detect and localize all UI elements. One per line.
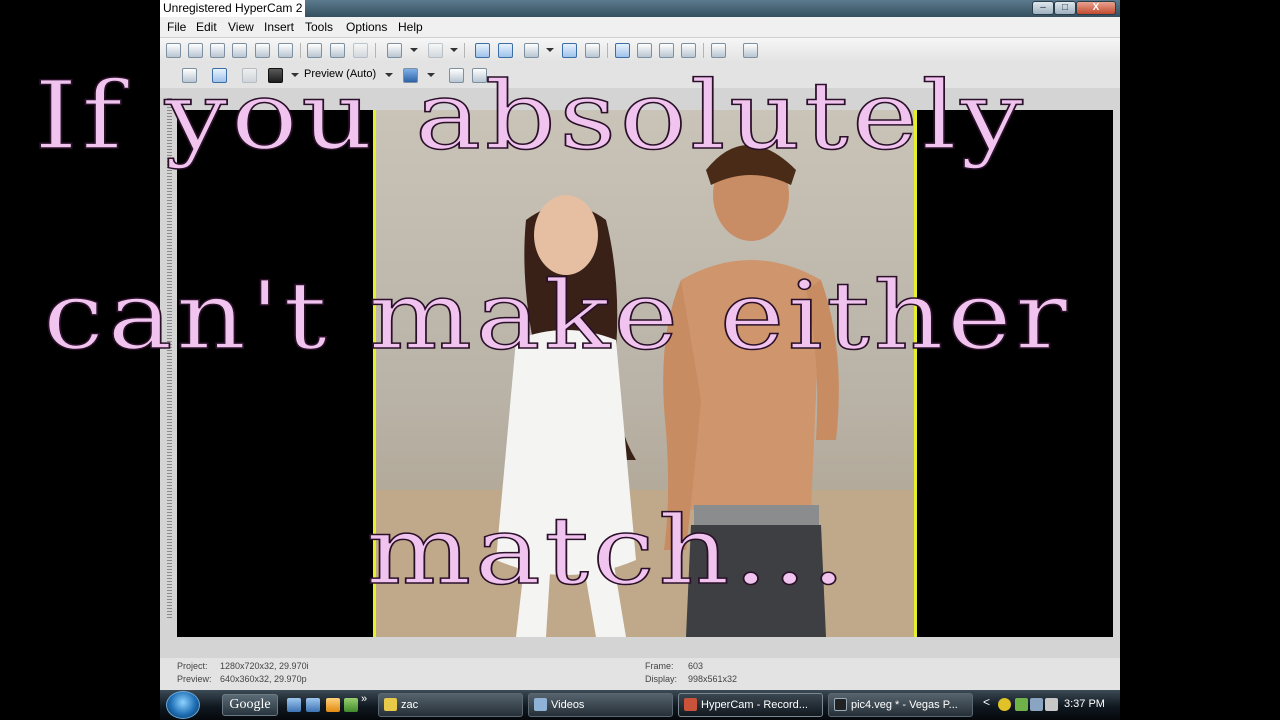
- task-zac[interactable]: zac: [378, 693, 523, 717]
- preview-status-bar: Project: 1280x720x32, 29.970i Preview: 6…: [160, 658, 1120, 690]
- undo-dropdown-icon[interactable]: [410, 48, 418, 52]
- task-hypercam[interactable]: HyperCam - Record...: [678, 693, 823, 717]
- frame-value: 603: [688, 661, 704, 671]
- title-bar[interactable]: Unregistered HyperCam 2 – □ X: [160, 0, 1120, 17]
- menu-options[interactable]: Options: [346, 20, 387, 34]
- toolbar-separator: [703, 43, 704, 58]
- switch-windows-icon[interactable]: [306, 698, 320, 712]
- network-tray-icon[interactable]: [1015, 698, 1028, 711]
- vegas-icon: [834, 698, 847, 711]
- snapping-icon[interactable]: [585, 43, 600, 58]
- explorer-icon[interactable]: [344, 698, 358, 712]
- task-label: zac: [401, 699, 419, 711]
- toolbar-separator: [300, 43, 301, 58]
- taskbar: Google » zac Videos HyperCam - Record...…: [160, 690, 1120, 720]
- auto-crossfade-icon[interactable]: [562, 43, 577, 58]
- save-as-icon[interactable]: [232, 43, 247, 58]
- menu-insert[interactable]: Insert: [264, 20, 294, 34]
- help-pointer-icon[interactable]: [743, 43, 758, 58]
- toolbar-separator: [375, 43, 376, 58]
- project-label: Project:: [177, 661, 208, 671]
- main-toolbar: [160, 38, 1120, 63]
- undo-icon[interactable]: [387, 43, 402, 58]
- close-button[interactable]: X: [1076, 1, 1116, 15]
- minimize-button[interactable]: –: [1032, 1, 1054, 15]
- preview-value: 640x360x32, 29.970p: [220, 674, 307, 684]
- menu-edit[interactable]: Edit: [196, 20, 217, 34]
- zoom-tool-icon[interactable]: [681, 43, 696, 58]
- menu-tools[interactable]: Tools: [305, 20, 333, 34]
- envelope-tool-icon[interactable]: [637, 43, 652, 58]
- tools-icon[interactable]: [711, 43, 726, 58]
- normal-edit-tool-icon[interactable]: [615, 43, 630, 58]
- display-tray-icon[interactable]: [1030, 698, 1043, 711]
- menu-file[interactable]: File: [167, 20, 186, 34]
- tray-expand-icon[interactable]: <: [983, 695, 990, 709]
- google-search-box[interactable]: Google: [222, 694, 278, 716]
- toolbar-separator: [464, 43, 465, 58]
- task-videos[interactable]: Videos: [528, 693, 673, 717]
- preview-label: Preview:: [177, 674, 212, 684]
- caption-line-2: can't make either: [42, 262, 1071, 371]
- properties-icon[interactable]: [278, 43, 293, 58]
- media-player-icon[interactable]: [326, 698, 340, 712]
- redo-dropdown-icon[interactable]: [450, 48, 458, 52]
- auto-ripple-icon[interactable]: [475, 43, 490, 58]
- security-tray-icon[interactable]: [998, 698, 1011, 711]
- menu-bar: File Edit View Insert Tools Options Help: [160, 17, 1120, 38]
- display-value: 998x561x32: [688, 674, 738, 684]
- maximize-button[interactable]: □: [1054, 1, 1076, 15]
- selection-tool-icon[interactable]: [659, 43, 674, 58]
- cut-icon[interactable]: [307, 43, 322, 58]
- project-value: 1280x720x32, 29.970i: [220, 661, 309, 671]
- folder-icon: [384, 698, 397, 711]
- paste-icon[interactable]: [353, 43, 368, 58]
- menu-view[interactable]: View: [228, 20, 254, 34]
- task-label: HyperCam - Record...: [701, 699, 808, 711]
- task-label: pic4.veg * - Vegas P...: [851, 699, 958, 711]
- ignore-grouping-icon[interactable]: [524, 43, 539, 58]
- task-vegas[interactable]: pic4.veg * - Vegas P...: [828, 693, 973, 717]
- render-icon[interactable]: [255, 43, 270, 58]
- folder-icon: [534, 698, 547, 711]
- volume-icon[interactable]: [1045, 698, 1058, 711]
- menu-help[interactable]: Help: [398, 20, 423, 34]
- ripple-dropdown-icon[interactable]: [546, 48, 554, 52]
- caption-line-1: If you absolutely: [33, 62, 1027, 171]
- hypercam-icon: [684, 698, 697, 711]
- frame-label: Frame:: [645, 661, 674, 671]
- task-label: Videos: [551, 699, 585, 711]
- recorder-watermark: Unregistered HyperCam 2: [160, 0, 306, 17]
- quick-launch-more[interactable]: »: [361, 693, 367, 705]
- lock-envelopes-icon[interactable]: [498, 43, 513, 58]
- screen: Unregistered HyperCam 2 – □ X File Edit …: [0, 0, 1280, 720]
- show-desktop-icon[interactable]: [287, 698, 301, 712]
- caption-line-3: match...: [365, 497, 850, 606]
- start-button[interactable]: [166, 691, 200, 719]
- clock[interactable]: 3:37 PM: [1064, 698, 1105, 710]
- toolbar-separator: [607, 43, 608, 58]
- open-icon[interactable]: [188, 43, 203, 58]
- display-label: Display:: [645, 674, 678, 684]
- new-icon[interactable]: [166, 43, 181, 58]
- save-icon[interactable]: [210, 43, 225, 58]
- redo-icon[interactable]: [428, 43, 443, 58]
- copy-icon[interactable]: [330, 43, 345, 58]
